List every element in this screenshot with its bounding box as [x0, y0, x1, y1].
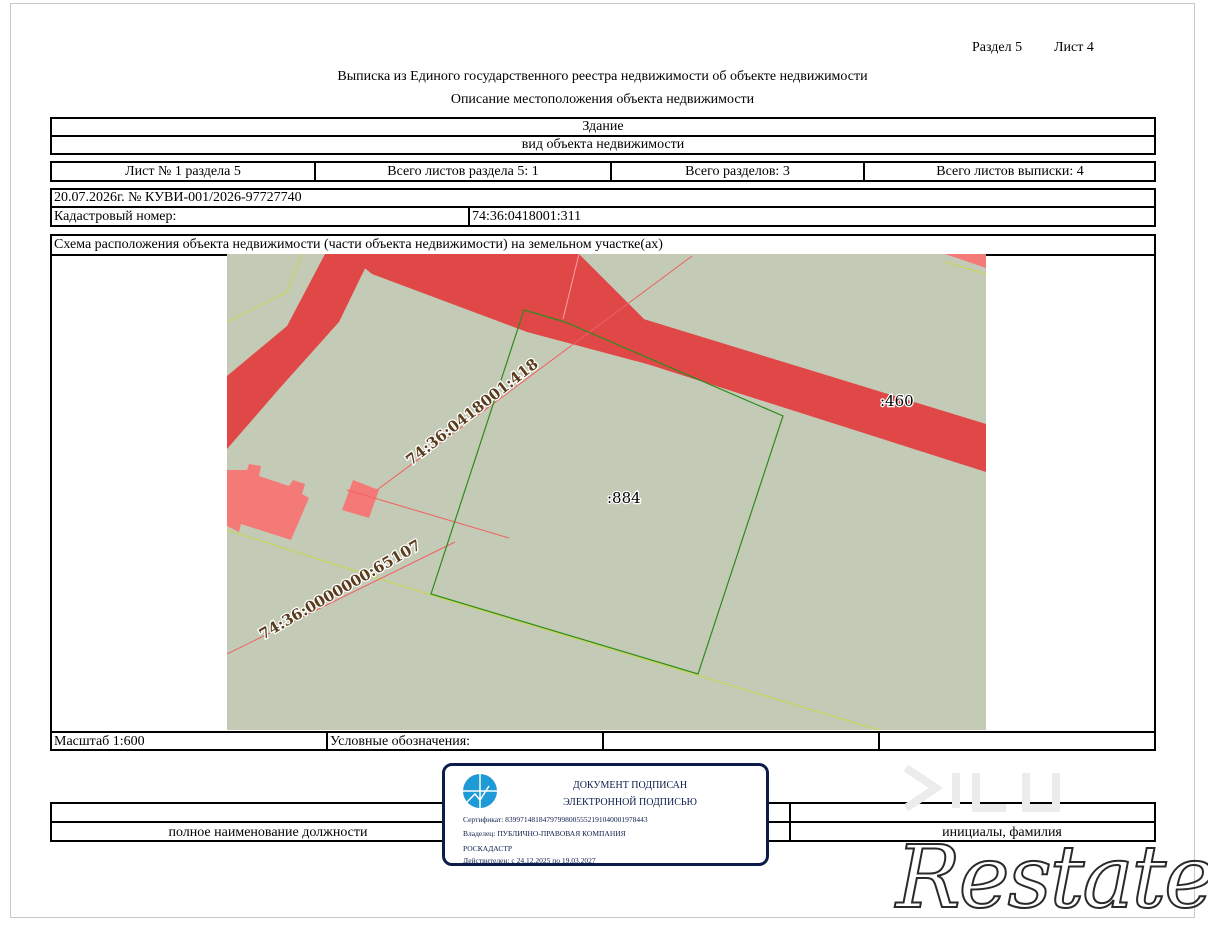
road-left: [227, 254, 372, 449]
legend-label: Условные обозначения:: [330, 734, 471, 749]
stamp-certificate: Сертификат: 8399714818479799800555219104…: [463, 815, 648, 824]
sheets-row: Лист № 1 раздела 5 Всего листов раздела …: [50, 161, 1156, 182]
section-number: Раздел 5: [972, 40, 1023, 55]
scale-legend-row: Масштаб 1:600 Условные обозначения:: [50, 731, 1156, 751]
date-number: 20.07.2026г. № КУВИ-001/2026-97727740: [50, 188, 1156, 208]
stamp-line1: ДОКУМЕНТ ПОДПИСАН: [572, 780, 688, 791]
label-parcel-884: :884: [607, 489, 641, 507]
scheme-caption: Схема расположения объекта недвижимости …: [54, 237, 663, 252]
e-signature-stamp: ДОКУМЕНТ ПОДПИСАН ЭЛЕКТРОННОЙ ПОДПИСЬЮ С…: [442, 763, 769, 866]
divider: [789, 823, 791, 840]
cadastral-row: Кадастровый номер: 74:36:0418001:311: [50, 206, 1156, 227]
object-type-caption: вид объекта недвижимости: [50, 135, 1156, 155]
document-subtitle: Описание местоположения объекта недвижим…: [450, 92, 755, 107]
divider: [468, 208, 470, 225]
stamp-valid: Действителен: с 24.12.2025 по 19.03.2027: [463, 856, 596, 865]
label-parcel-460: :460: [880, 392, 914, 410]
total-sections: Всего разделов: 3: [685, 164, 790, 179]
building-small: [342, 480, 379, 518]
building-corner: [945, 254, 986, 268]
stamp-owner: Владелец: ПУБЛИЧНО-ПРАВОВАЯ КОМПАНИЯ: [463, 829, 626, 838]
cadastral-value: 74:36:0418001:311: [472, 209, 582, 224]
divider: [326, 733, 328, 749]
divider: [602, 733, 604, 749]
rosreestr-logo-icon: [463, 774, 497, 808]
document-title: Выписка из Единого государственного реес…: [337, 69, 868, 84]
building: [227, 464, 309, 540]
cian-watermark-icon: [903, 764, 1060, 812]
label-parcel-65107: 74:36:0000000:65107: [256, 536, 424, 643]
object-type-value: Здание: [50, 117, 1156, 137]
boundary-line: [227, 254, 303, 323]
total-sheets-section: Всего листов раздела 5: 1: [387, 164, 539, 179]
location-map: 74:36:0418001:418 74:36:0000000:65107 :4…: [227, 254, 986, 730]
cadastral-label: Кадастровый номер:: [54, 209, 177, 224]
stamp-line2: ЭЛЕКТРОННОЙ ПОДПИСЬЮ: [563, 797, 697, 808]
stamp-owner2: РОСКАДАСТР: [463, 844, 513, 853]
divider: [878, 733, 880, 749]
scale-label: Масштаб 1:600: [54, 734, 145, 749]
map-svg: 74:36:0418001:418 74:36:0000000:65107 :4…: [227, 254, 986, 730]
sheet-number: Лист 4: [1054, 40, 1094, 55]
total-sheets-extract: Всего листов выписки: 4: [936, 164, 1084, 179]
position-caption: полное наименование должности: [168, 825, 368, 840]
label-block-418: 74:36:0418001:418: [402, 355, 541, 469]
restate-watermark: Restate: [895, 828, 1208, 928]
sheet-no: Лист № 1 раздела 5: [125, 164, 241, 179]
grid-line: [346, 489, 510, 539]
